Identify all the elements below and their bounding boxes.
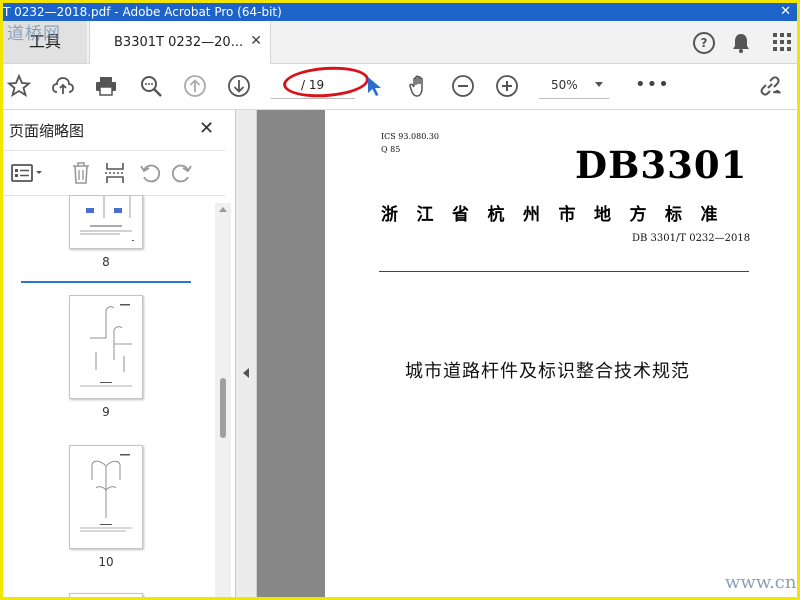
standard-number: DB 3301/T 0232—2018 xyxy=(632,233,751,244)
window-close-icon[interactable]: ✕ xyxy=(780,3,791,21)
thumbnail-list: 8 9 10 xyxy=(3,195,213,597)
thumbnail-scrollbar[interactable] xyxy=(215,203,231,597)
thumbnail-label: 9 xyxy=(102,405,110,419)
thumbnail-panel: 页面缩略图 ✕ 8 9 10 xyxy=(3,110,236,597)
page-thumbnail-preview xyxy=(80,196,134,241)
zoom-level-dropdown[interactable]: 50% xyxy=(539,74,609,99)
share-link-icon[interactable] xyxy=(758,74,782,98)
collapse-panel-icon[interactable] xyxy=(243,368,249,378)
more-tools-icon[interactable]: ••• xyxy=(635,74,670,95)
page-thumbnail-preview xyxy=(80,304,132,387)
zoom-in-icon[interactable] xyxy=(495,74,519,98)
standard-title: 城市道路杆件及标识整合技术规范 xyxy=(405,361,690,382)
tab-tools[interactable]: 道桥网 工具 xyxy=(3,21,87,63)
panel-title: 页面缩略图 xyxy=(9,122,85,140)
panel-collapse-strip[interactable] xyxy=(236,110,257,597)
ics-code: ICS 93.080.30 xyxy=(381,132,440,141)
tab-document-label: B3301T 0232—20... xyxy=(114,35,244,50)
previous-page-icon[interactable] xyxy=(183,74,207,98)
tab-close-icon[interactable]: ✕ xyxy=(250,33,262,49)
main-toolbar: / 19 50% ••• xyxy=(3,64,797,110)
zoom-level-value: 50% xyxy=(551,78,578,92)
page-thumbnail[interactable] xyxy=(69,295,143,399)
print-icon[interactable] xyxy=(94,74,118,98)
site-logo-watermark: 道桥网 xyxy=(7,24,61,44)
extract-page-icon[interactable] xyxy=(105,161,125,185)
title-bar: T 0232—2018.pdf - Adobe Acrobat Pro (64-… xyxy=(3,3,797,21)
tab-document[interactable]: B3301T 0232—20... ✕ xyxy=(89,21,271,64)
scroll-up-icon[interactable] xyxy=(219,207,227,212)
apps-grid-icon[interactable] xyxy=(773,33,791,51)
app-window: T 0232—2018.pdf - Adobe Acrobat Pro (64-… xyxy=(0,0,800,600)
thumbnail-label: 8 xyxy=(102,255,110,269)
panel-toolbar xyxy=(3,150,225,196)
site-watermark: www.cndao.com xyxy=(725,572,797,593)
classification-code: Q 85 xyxy=(381,145,401,154)
annotation-red-ellipse xyxy=(282,64,370,100)
page-thumbnail[interactable] xyxy=(69,593,143,597)
document-view[interactable]: ICS 93.080.30 Q 85 DB3301 浙江省杭州市地方标准 DB … xyxy=(257,110,797,597)
delete-page-icon[interactable] xyxy=(71,161,91,185)
rotate-clockwise-icon[interactable] xyxy=(171,162,193,184)
scrollbar-thumb[interactable] xyxy=(220,378,226,438)
db-code-heading: DB3301 xyxy=(575,143,748,187)
page-thumbnail-preview xyxy=(80,454,132,532)
cloud-upload-icon[interactable] xyxy=(51,74,75,98)
top-right-icons: ? xyxy=(677,21,797,63)
rotate-counterclockwise-icon[interactable] xyxy=(139,162,161,184)
thumbnail-options-icon[interactable] xyxy=(11,163,45,183)
hand-tool-icon[interactable] xyxy=(407,74,431,98)
page-thumbnail[interactable] xyxy=(69,195,143,249)
province-standard-heading: 浙江省杭州市地方标准 xyxy=(381,205,736,225)
zoom-search-icon[interactable] xyxy=(139,74,163,98)
next-page-icon[interactable] xyxy=(227,74,251,98)
chevron-down-icon xyxy=(595,82,603,87)
thumbnail-label: 10 xyxy=(98,555,114,569)
bookmark-star-icon[interactable] xyxy=(7,74,31,98)
thumbnail-selection-indicator xyxy=(21,281,191,283)
tab-bar: 道桥网 工具 B3301T 0232—20... ✕ ? xyxy=(3,21,797,64)
notification-bell-icon[interactable] xyxy=(731,32,751,54)
help-icon[interactable]: ? xyxy=(693,32,715,54)
zoom-out-icon[interactable] xyxy=(451,74,475,98)
panel-close-icon[interactable]: ✕ xyxy=(199,118,214,139)
select-cursor-icon[interactable] xyxy=(363,74,387,98)
pdf-page: ICS 93.080.30 Q 85 DB3301 浙江省杭州市地方标准 DB … xyxy=(325,110,797,597)
header-divider xyxy=(379,271,749,272)
page-thumbnail[interactable] xyxy=(69,445,143,549)
